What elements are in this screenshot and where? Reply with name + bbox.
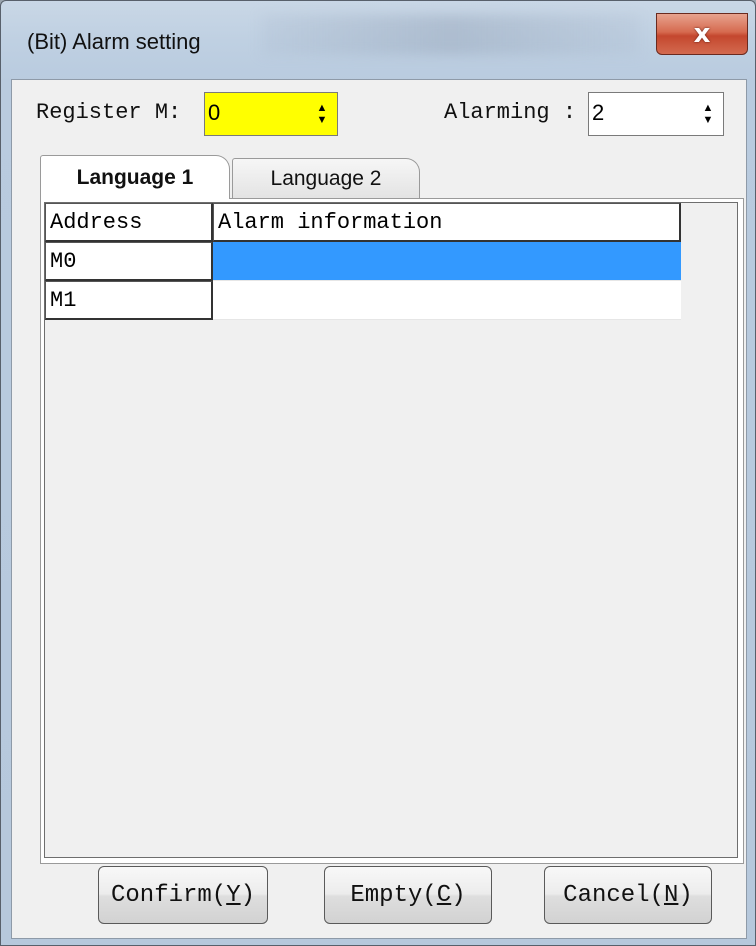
table-header-row: Address Alarm information	[45, 203, 681, 242]
column-header-alarm-information[interactable]: Alarm information	[213, 203, 681, 242]
alarming-label: Alarming :	[444, 100, 577, 125]
register-m-label: Register M:	[36, 100, 182, 125]
confirm-button-accelerator: Y	[226, 881, 241, 909]
column-header-address[interactable]: Address	[45, 203, 213, 242]
register-m-spinbox[interactable]: 0 ▲ ▼	[204, 92, 338, 136]
empty-button-label-close: )	[451, 881, 466, 909]
empty-button-label: Empty(	[350, 881, 437, 909]
tab-language-2[interactable]: Language 2	[232, 158, 420, 199]
empty-button[interactable]: Empty(C)	[324, 866, 492, 924]
tab-panel: Address Alarm information M0 M1	[40, 198, 744, 864]
empty-button-accelerator: C	[436, 881, 452, 909]
alarm-information-cell[interactable]	[213, 281, 681, 320]
row-address-cell[interactable]: M1	[45, 281, 213, 320]
spin-arrows-icon[interactable]: ▲ ▼	[693, 93, 723, 135]
confirm-button[interactable]: Confirm(Y)	[98, 866, 268, 924]
table-row[interactable]: M1	[45, 281, 681, 320]
table-row[interactable]: M0	[45, 242, 681, 281]
title-bar-background-blur	[261, 15, 641, 55]
tab-language-1[interactable]: Language 1	[40, 155, 230, 199]
alarming-spinbox[interactable]: 2 ▲ ▼	[588, 92, 724, 136]
row-address-cell[interactable]: M0	[45, 242, 213, 281]
close-icon: x	[693, 19, 711, 49]
alarm-setting-window: (Bit) Alarm setting x Register M: 0 ▲ ▼ A…	[0, 0, 756, 946]
cancel-button-label: Cancel(	[563, 881, 664, 909]
window-title: (Bit) Alarm setting	[27, 29, 201, 54]
alarming-input[interactable]: 2	[589, 93, 693, 135]
cancel-button-accelerator: N	[664, 881, 679, 909]
cancel-button[interactable]: Cancel(N)	[544, 866, 712, 924]
spin-arrows-icon[interactable]: ▲ ▼	[307, 93, 337, 135]
alarm-information-cell[interactable]	[213, 242, 681, 281]
cancel-button-label-close: )	[678, 881, 693, 909]
alarm-grid[interactable]: Address Alarm information M0 M1	[44, 202, 738, 858]
confirm-button-label-close: )	[240, 881, 256, 909]
confirm-button-label: Confirm(	[110, 881, 227, 909]
register-m-input[interactable]: 0	[205, 93, 307, 135]
close-button[interactable]: x	[656, 13, 748, 55]
dialog-client-area: Register M: 0 ▲ ▼ Alarming : 2 ▲ ▼ Languag…	[11, 79, 747, 939]
title-bar[interactable]: (Bit) Alarm setting x	[1, 1, 755, 81]
